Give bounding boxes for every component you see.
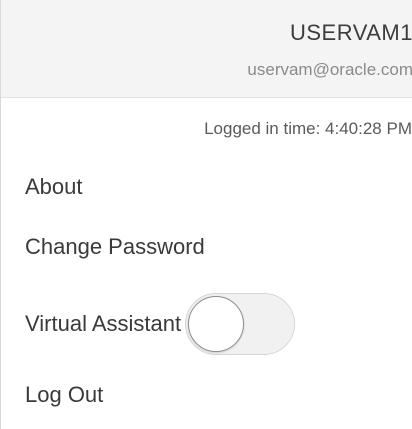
user-email: uservam@oracle.com	[247, 60, 412, 79]
menu-item-change-password[interactable]: Change Password	[25, 234, 205, 260]
menu-item-log-out[interactable]: Log Out	[25, 382, 103, 408]
user-name: USERVAM1	[289, 20, 412, 45]
user-header: USERVAM1 uservam@oracle.com	[1, 0, 412, 98]
virtual-assistant-toggle[interactable]	[185, 293, 296, 355]
menu-item-virtual-assistant: Virtual Assistant	[25, 290, 296, 358]
virtual-assistant-label: Virtual Assistant	[25, 311, 182, 336]
menu-item-about[interactable]: About	[25, 174, 83, 200]
user-menu-panel: USERVAM1 uservam@oracle.com Logged in ti…	[0, 0, 412, 429]
toggle-knob	[188, 296, 245, 352]
logged-in-time: Logged in time: 4:40:28 PM	[204, 119, 412, 138]
